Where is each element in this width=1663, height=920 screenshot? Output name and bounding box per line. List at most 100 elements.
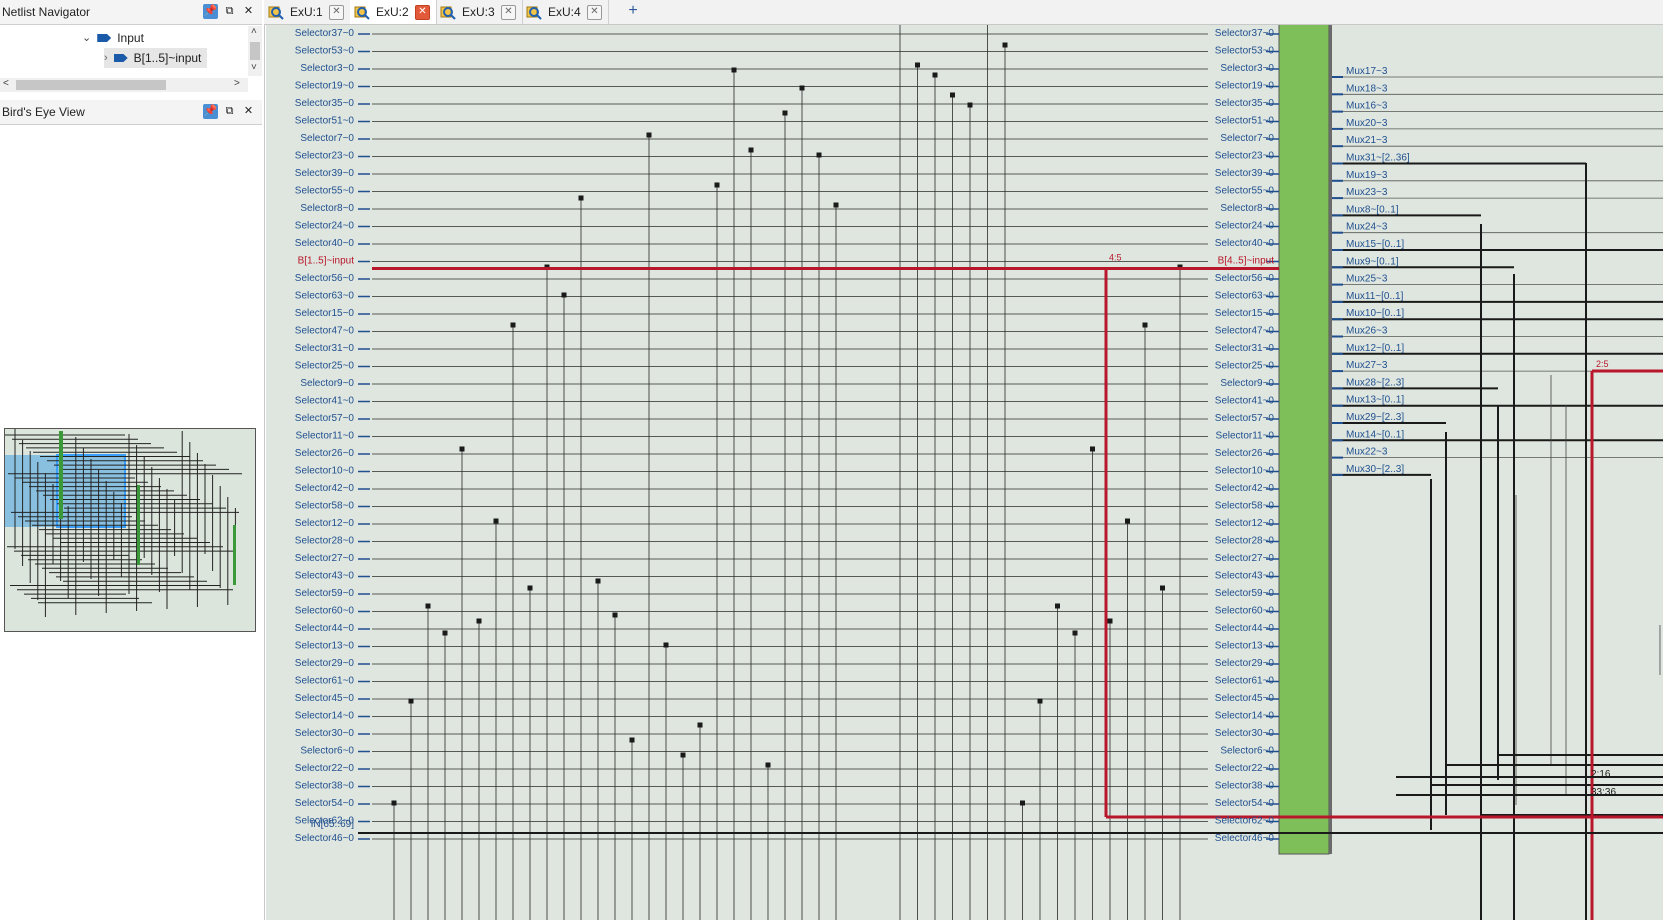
mux-output-label: Mux21~3	[1346, 135, 1388, 146]
minimap-block	[137, 485, 140, 565]
tree-item-label: Input	[117, 31, 144, 45]
mux-output-label: Mux12~[0..1]	[1346, 343, 1404, 354]
junction-dot	[595, 578, 601, 584]
left-port-label: Selector13~0	[295, 641, 355, 652]
junction-dot	[493, 518, 499, 524]
junction-dot	[1055, 603, 1060, 609]
left-port-label: Selector38~0	[295, 781, 355, 792]
schematic-viewer-icon	[440, 4, 456, 20]
scroll-left-icon[interactable]: <	[3, 78, 9, 89]
junction-dot	[391, 800, 397, 806]
junction-dot	[629, 737, 635, 743]
block-port-label: Selector61~0	[1215, 676, 1275, 687]
left-port-label: Selector19~0	[295, 81, 355, 92]
junction-dot	[425, 603, 431, 609]
mux-output-label: Mux14~[0..1]	[1346, 429, 1404, 440]
tab-exu-4[interactable]: ExU:4 ✕	[522, 0, 609, 24]
junction-dot	[950, 92, 955, 98]
block-port-label: Selector6~0	[1220, 746, 1274, 757]
block-port-label: Selector38~0	[1215, 781, 1275, 792]
mux-output-label: Mux29~[2..3]	[1346, 412, 1404, 423]
block-port-label: Selector42~0	[1215, 483, 1275, 494]
schematic-viewer-icon	[268, 4, 284, 20]
tree-item-label: B[1..5]~input	[133, 51, 202, 65]
scroll-up-icon[interactable]: ˄	[251, 26, 257, 37]
mux-output-label: Mux31~[2..36]	[1346, 153, 1410, 164]
mux-output-label: Mux28~[2..3]	[1346, 377, 1404, 388]
mux-output-label: Mux17~3	[1346, 66, 1388, 77]
close-icon[interactable]: ✕	[241, 4, 256, 19]
mux-output-label: Mux20~3	[1346, 118, 1388, 129]
left-port-label: Selector27~0	[295, 553, 355, 564]
block-port-label: Selector57~0	[1215, 413, 1275, 424]
schematic-drawing[interactable]: Selector37~0 Selector53~0 Selector3~0 Selec…	[266, 25, 1663, 920]
junction-dot	[1020, 800, 1025, 806]
block-port-label: Selector26~0	[1215, 448, 1275, 459]
schematic-canvas[interactable]: Selector37~0 Selector53~0 Selector3~0 Selec…	[266, 25, 1663, 920]
float-icon[interactable]: ⧉	[222, 4, 237, 19]
schematic-viewer-icon	[354, 4, 370, 20]
block-port-label: Selector51~0	[1215, 116, 1275, 127]
junction-dot	[646, 132, 652, 138]
left-port-label: Selector53~0	[295, 46, 355, 57]
junction-dot	[476, 618, 482, 624]
tab-label: ExU:3	[462, 5, 495, 19]
pin-icon[interactable]: 📌	[203, 104, 218, 119]
block-port-label: Selector10~0	[1215, 466, 1275, 477]
block-port-label: Selector54~0	[1215, 798, 1275, 809]
block-port-label: Selector11~0	[1216, 431, 1275, 442]
tab-exu-1[interactable]: ExU:1 ✕	[264, 0, 351, 24]
left-port-label: Selector61~0	[295, 676, 355, 687]
left-port-label: Selector14~0	[295, 711, 355, 722]
scroll-thumb[interactable]	[250, 42, 260, 60]
junction-dot	[680, 752, 686, 758]
float-icon[interactable]: ⧉	[222, 104, 237, 119]
block-port-label: Selector56~0	[1215, 273, 1275, 284]
close-tab-icon[interactable]: ✕	[501, 5, 516, 20]
left-port-label: Selector39~0	[295, 168, 355, 179]
chevron-down-icon[interactable]: ⌄	[82, 28, 91, 48]
tree-vertical-scrollbar[interactable]: ˄ ˅	[248, 26, 262, 76]
junction-dot	[765, 762, 771, 768]
block-port-label: Selector45~0	[1215, 693, 1275, 704]
junction-dot	[527, 585, 533, 591]
birdseye-minimap[interactable]	[4, 428, 256, 632]
tree-horizontal-scrollbar[interactable]: < >	[0, 78, 248, 92]
block-port-label: Selector27~0	[1215, 553, 1275, 564]
tab-exu-2[interactable]: ExU:2 ✕	[350, 0, 437, 24]
close-tab-icon[interactable]: ✕	[415, 5, 430, 20]
block-port-label: Selector13~0	[1215, 641, 1275, 652]
chevron-right-icon[interactable]: ›	[104, 48, 108, 68]
left-port-label: Selector30~0	[295, 728, 355, 739]
junction-dot	[408, 698, 414, 704]
add-tab-button[interactable]: +	[624, 2, 642, 20]
left-port-label: Selector15~0	[295, 308, 355, 319]
tree-item-b-input[interactable]: › B[1..5]~input	[104, 48, 208, 68]
block-port-label: Selector30~0	[1215, 728, 1275, 739]
tree-item-input[interactable]: ⌄ Input	[82, 28, 144, 48]
junction-dot	[1037, 698, 1043, 704]
junction-dot	[1090, 446, 1095, 452]
left-port-label: Selector6~0	[300, 746, 354, 757]
close-tab-icon[interactable]: ✕	[587, 5, 602, 20]
left-port-label: Selector56~0	[295, 273, 355, 284]
left-port-label: Selector47~0	[295, 326, 355, 337]
block-port-label: Selector60~0	[1215, 606, 1275, 617]
input-port-icon	[113, 54, 128, 62]
left-port-label: Selector51~0	[295, 116, 355, 127]
pin-icon[interactable]: 📌	[203, 4, 218, 19]
close-icon[interactable]: ✕	[241, 104, 256, 119]
scroll-down-icon[interactable]: ˅	[251, 62, 257, 73]
close-tab-icon[interactable]: ✕	[329, 5, 344, 20]
tab-exu-3[interactable]: ExU:3 ✕	[436, 0, 523, 24]
left-port-label: Selector22~0	[295, 763, 355, 774]
scroll-thumb[interactable]	[16, 80, 166, 90]
left-port-label: Selector23~0	[295, 151, 355, 162]
junction-dot	[612, 612, 618, 618]
junction-dot	[663, 642, 669, 648]
left-port-label: Selector57~0	[295, 413, 355, 424]
mux-block	[1278, 25, 1330, 855]
block-port-label: Selector9~0	[1220, 378, 1274, 389]
left-port-label: Selector8~0	[300, 203, 354, 214]
scroll-right-icon[interactable]: >	[234, 78, 240, 89]
